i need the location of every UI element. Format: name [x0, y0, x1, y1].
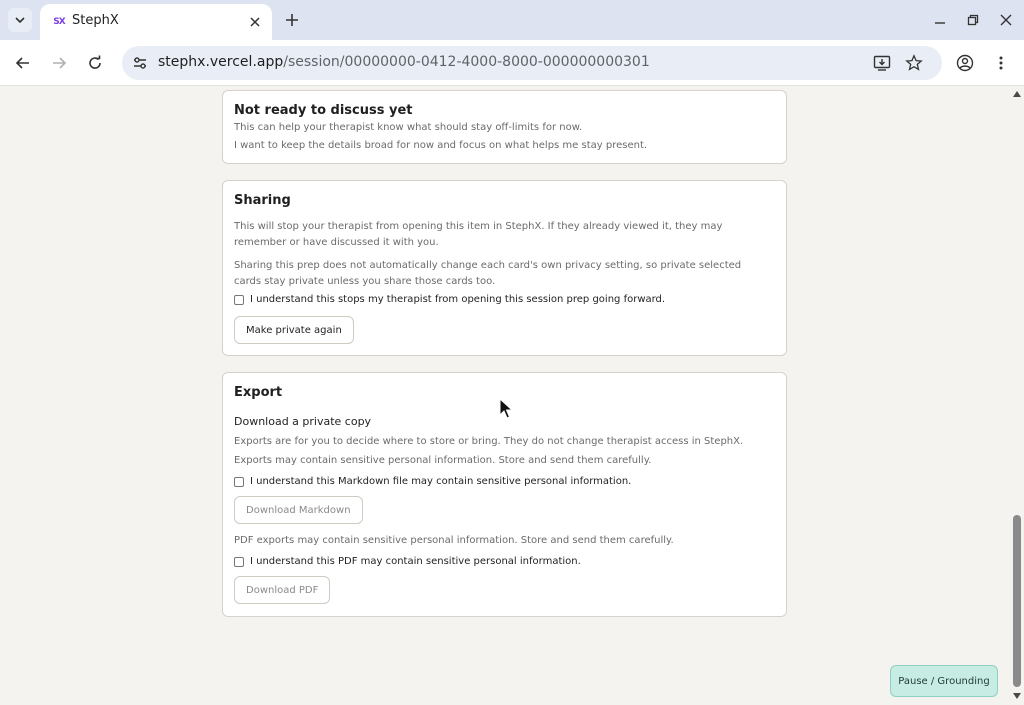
markdown-confirm-label: I understand this Markdown file may cont… — [250, 476, 632, 487]
markdown-confirm-checkbox[interactable] — [234, 476, 244, 487]
page-scrollbar[interactable] — [1010, 87, 1024, 705]
profile-button[interactable] — [953, 51, 977, 75]
tab-bar: SX StephX — [0, 0, 1024, 40]
tab-close-button[interactable] — [246, 13, 264, 31]
tab-search-button[interactable] — [8, 8, 32, 32]
pdf-warning: PDF exports may contain sensitive person… — [234, 535, 674, 546]
pdf-confirm-row: I understand this PDF may contain sensit… — [234, 556, 581, 567]
markdown-confirm-row: I understand this Markdown file may cont… — [234, 476, 631, 487]
menu-button[interactable] — [989, 51, 1013, 75]
export-subtitle: Download a private copy — [234, 415, 372, 428]
install-icon — [873, 55, 891, 71]
browser-toolbar: stephx.vercel.app/session/00000000-0412-… — [0, 40, 1024, 86]
scroll-down-arrow-icon[interactable] — [1013, 693, 1021, 699]
pdf-confirm-checkbox[interactable] — [234, 556, 244, 567]
arrow-right-icon — [53, 57, 67, 69]
sharing-warning: This will stop your therapist from openi… — [234, 221, 723, 248]
url-path: /session/00000000-0412-4000-8000-0000000… — [283, 54, 650, 70]
url-host: stephx.vercel.app — [158, 54, 284, 70]
browser-tab[interactable]: SX StephX — [40, 4, 272, 40]
bookmark-button[interactable] — [904, 53, 924, 73]
not-ready-card: Not ready to discuss yet This can help y… — [222, 90, 787, 164]
sharing-confirm-row: I understand this stops my therapist fro… — [234, 294, 665, 305]
stephx-favicon-icon: SX — [53, 17, 65, 27]
download-markdown-button[interactable]: Download Markdown — [234, 496, 363, 524]
make-private-button[interactable]: Make private again — [234, 316, 354, 344]
sharing-privacy-note: Sharing this prep does not automatically… — [234, 260, 742, 287]
scroll-up-arrow-icon[interactable] — [1013, 91, 1021, 97]
sharing-card: Sharing This will stop your therapist fr… — [222, 180, 787, 356]
new-tab-button[interactable] — [282, 10, 302, 30]
url-text: stephx.vercel.app/session/00000000-0412-… — [158, 54, 650, 70]
star-icon — [905, 54, 923, 71]
install-app-button[interactable] — [872, 53, 892, 73]
sharing-confirm-label: I understand this stops my therapist fro… — [250, 294, 666, 305]
reload-icon — [89, 55, 101, 69]
site-info-button[interactable] — [130, 53, 150, 73]
chevron-down-icon — [15, 17, 25, 24]
minimize-button[interactable] — [930, 10, 950, 30]
account-icon — [956, 54, 974, 72]
sharing-confirm-checkbox[interactable] — [234, 294, 244, 305]
restore-icon — [967, 14, 979, 26]
back-button[interactable] — [11, 51, 35, 75]
pdf-confirm-label: I understand this PDF may contain sensit… — [250, 556, 581, 567]
plus-icon — [286, 14, 298, 26]
not-ready-hint: This can help your therapist know what s… — [234, 122, 583, 133]
not-ready-note: I want to keep the details broad for now… — [234, 140, 648, 151]
close-window-button[interactable] — [996, 10, 1016, 30]
minimize-icon — [935, 22, 945, 24]
mouse-cursor-icon — [499, 398, 513, 419]
close-icon — [1000, 14, 1012, 26]
arrow-left-icon — [15, 57, 29, 69]
export-info: Exports are for you to decide where to s… — [234, 436, 744, 447]
forward-button[interactable] — [47, 51, 71, 75]
address-bar[interactable]: stephx.vercel.app/session/00000000-0412-… — [122, 46, 942, 80]
more-vert-icon — [999, 56, 1003, 70]
export-warning: Exports may contain sensitive personal i… — [234, 455, 652, 466]
scrollbar-thumb[interactable] — [1013, 515, 1021, 687]
download-pdf-button[interactable]: Download PDF — [234, 576, 331, 604]
not-ready-title: Not ready to discuss yet — [234, 103, 413, 118]
restore-button[interactable] — [963, 10, 983, 30]
close-icon — [250, 17, 260, 27]
page-viewport: Not ready to discuss yet This can help y… — [0, 87, 1010, 705]
pause-grounding-button[interactable]: Pause / Grounding — [890, 665, 998, 697]
reload-button[interactable] — [83, 51, 107, 75]
export-title: Export — [234, 385, 283, 400]
tune-icon — [134, 57, 146, 69]
sharing-title: Sharing — [234, 193, 291, 208]
tab-title: StephX — [72, 13, 119, 28]
